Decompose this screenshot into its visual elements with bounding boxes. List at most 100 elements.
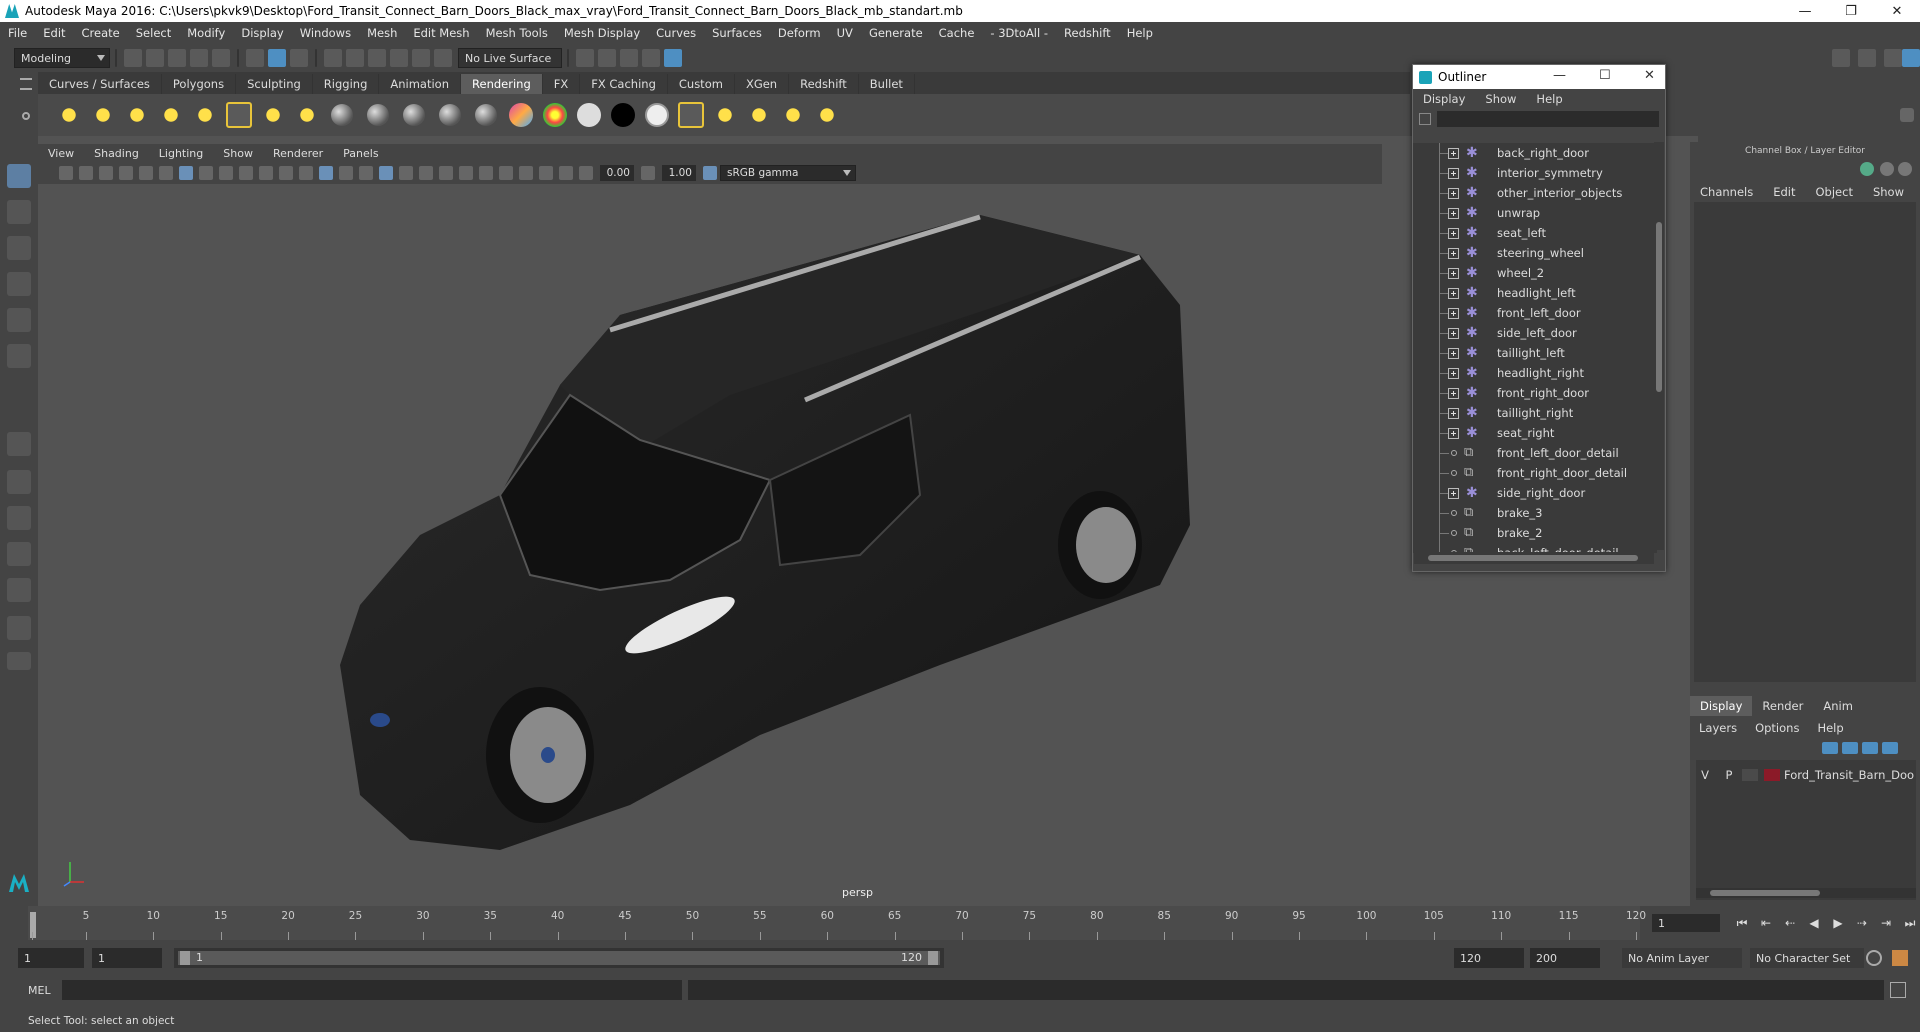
menu-curves[interactable]: Curves bbox=[648, 26, 704, 40]
layer-menu-layers[interactable]: Layers bbox=[1690, 721, 1746, 735]
playback-end-field[interactable]: 120 bbox=[1454, 948, 1524, 968]
expand-icon[interactable] bbox=[1448, 348, 1459, 359]
step-back-frame-icon[interactable]: ⇤ bbox=[1759, 916, 1773, 930]
shader-sphere-2-icon[interactable] bbox=[367, 104, 389, 126]
undo-icon[interactable] bbox=[190, 49, 208, 67]
anti-aliasing-icon[interactable] bbox=[459, 166, 473, 180]
ambient-occlusion-icon[interactable] bbox=[419, 166, 433, 180]
ipr-render-icon[interactable] bbox=[598, 49, 616, 67]
shelf-tab-animation[interactable]: Animation bbox=[379, 74, 462, 94]
shader-sphere-3-icon[interactable] bbox=[403, 104, 425, 126]
xray-joints-icon[interactable] bbox=[539, 166, 553, 180]
layered-shader-icon[interactable] bbox=[543, 103, 567, 127]
safe-action-icon[interactable] bbox=[279, 166, 293, 180]
menu-uv[interactable]: UV bbox=[829, 26, 861, 40]
new-layer-selected-icon[interactable] bbox=[1882, 742, 1898, 754]
outliner-item[interactable]: ✱ headlight_right bbox=[1413, 363, 1657, 383]
magnet-icon[interactable] bbox=[434, 49, 452, 67]
outliner-item[interactable]: ✱ taillight_right bbox=[1413, 403, 1657, 423]
expand-icon[interactable] bbox=[1448, 168, 1459, 179]
gamma-field[interactable]: 1.00 bbox=[662, 165, 696, 181]
shelf-tab-xgen[interactable]: XGen bbox=[735, 74, 790, 94]
outliner-close-button[interactable]: ✕ bbox=[1644, 68, 1655, 83]
filter-icon[interactable] bbox=[1419, 113, 1431, 125]
expand-icon[interactable] bbox=[1448, 188, 1459, 199]
camera-attributes-icon[interactable] bbox=[79, 166, 93, 180]
shelf-settings-icon[interactable] bbox=[22, 112, 30, 120]
expand-icon[interactable] bbox=[1448, 288, 1459, 299]
shelf-menu-icon[interactable] bbox=[20, 78, 32, 90]
resolution-gate-icon[interactable] bbox=[219, 166, 233, 180]
current-time-marker[interactable] bbox=[30, 912, 36, 938]
outliner-item[interactable]: ✱ seat_right bbox=[1413, 423, 1657, 443]
film-gate-icon[interactable] bbox=[199, 166, 213, 180]
attribute-editor-icon[interactable] bbox=[1858, 49, 1876, 67]
playback-start-field[interactable]: 1 bbox=[92, 948, 162, 968]
new-scene-icon[interactable] bbox=[124, 49, 142, 67]
menu-display[interactable]: Display bbox=[233, 26, 291, 40]
layer-menu-help[interactable]: Help bbox=[1808, 721, 1852, 735]
shader-sphere-4-icon[interactable] bbox=[439, 104, 461, 126]
directional-light-icon[interactable] bbox=[90, 102, 116, 128]
outliner-item[interactable]: ✱ side_left_door bbox=[1413, 323, 1657, 343]
outliner-search-input[interactable] bbox=[1437, 111, 1659, 127]
character-set-dropdown[interactable]: No Character Set bbox=[1750, 948, 1864, 968]
surface-shader-icon[interactable] bbox=[645, 103, 669, 127]
four-pane-layout-icon[interactable] bbox=[7, 470, 31, 494]
outliner-item[interactable]: ✱ headlight_left bbox=[1413, 283, 1657, 303]
shelf-tab-redshift[interactable]: Redshift bbox=[789, 74, 859, 94]
bookmark-icon[interactable] bbox=[99, 166, 113, 180]
render-settings-icon[interactable] bbox=[620, 49, 638, 67]
shader-sphere-5-icon[interactable] bbox=[475, 104, 497, 126]
layer-playback-toggle[interactable]: P bbox=[1720, 768, 1738, 782]
collapse-toolbox-icon[interactable] bbox=[7, 652, 31, 670]
layer-type-toggle[interactable] bbox=[1742, 769, 1758, 781]
expand-icon[interactable] bbox=[1448, 388, 1459, 399]
ramp-shader-icon[interactable] bbox=[509, 103, 533, 127]
select-component-icon[interactable] bbox=[290, 49, 308, 67]
2d-pan-zoom-icon[interactable] bbox=[139, 166, 153, 180]
move-tool-icon[interactable] bbox=[7, 272, 31, 296]
outliner-maximize-button[interactable]: ☐ bbox=[1599, 68, 1611, 83]
command-language-label[interactable]: MEL bbox=[28, 984, 51, 997]
move-layer-down-icon[interactable] bbox=[1842, 742, 1858, 754]
select-hierarchy-icon[interactable] bbox=[246, 49, 264, 67]
tool-settings-icon[interactable] bbox=[1884, 49, 1902, 67]
viewport-menu-view[interactable]: View bbox=[38, 147, 84, 160]
menu-create[interactable]: Create bbox=[74, 26, 128, 40]
snap-grid-icon[interactable] bbox=[324, 49, 342, 67]
outliner-item[interactable]: ⧉ front_right_door_detail bbox=[1413, 463, 1657, 483]
texture-icon[interactable] bbox=[678, 102, 704, 128]
spot-light-icon[interactable] bbox=[158, 102, 184, 128]
minimize-button[interactable]: — bbox=[1782, 0, 1828, 22]
grid-icon[interactable] bbox=[179, 166, 193, 180]
shelf-tab-polygons[interactable]: Polygons bbox=[162, 74, 237, 94]
menu-surfaces[interactable]: Surfaces bbox=[704, 26, 770, 40]
channel-box-toggle-icon[interactable] bbox=[1902, 49, 1920, 67]
menu-3dtoall[interactable]: - 3DtoAll - bbox=[982, 26, 1056, 40]
shelf-tab-fx[interactable]: FX bbox=[543, 74, 581, 94]
point-light-icon[interactable] bbox=[124, 102, 150, 128]
select-object-icon[interactable] bbox=[268, 49, 286, 67]
expand-icon[interactable] bbox=[1448, 208, 1459, 219]
go-to-start-icon[interactable]: ⏮ bbox=[1735, 916, 1749, 930]
channel-box-menu-show[interactable]: Show bbox=[1863, 185, 1914, 199]
menu-mesh-tools[interactable]: Mesh Tools bbox=[478, 26, 556, 40]
motion-blur-icon[interactable] bbox=[439, 166, 453, 180]
outliner-item[interactable]: ✱ other_interior_objects bbox=[1413, 183, 1657, 203]
camera-select-icon[interactable] bbox=[59, 166, 73, 180]
layer-row[interactable]: V P Ford_Transit_Barn_Doors bbox=[1696, 765, 1916, 785]
expand-icon[interactable] bbox=[1448, 408, 1459, 419]
expand-icon[interactable] bbox=[1448, 368, 1459, 379]
shader-sphere-1-icon[interactable] bbox=[331, 104, 353, 126]
layer-tab-render[interactable]: Render bbox=[1752, 696, 1813, 716]
gamma-icon[interactable] bbox=[641, 166, 655, 180]
shadows-icon[interactable] bbox=[399, 166, 413, 180]
van-model[interactable] bbox=[300, 195, 1200, 865]
ambient-light-icon[interactable] bbox=[56, 102, 82, 128]
two-pane-layout-icon[interactable] bbox=[7, 506, 31, 530]
render-frame-icon[interactable] bbox=[576, 49, 594, 67]
layer-tab-anim[interactable]: Anim bbox=[1813, 696, 1863, 716]
viewport-menu-shading[interactable]: Shading bbox=[84, 147, 149, 160]
expand-icon[interactable] bbox=[1448, 268, 1459, 279]
